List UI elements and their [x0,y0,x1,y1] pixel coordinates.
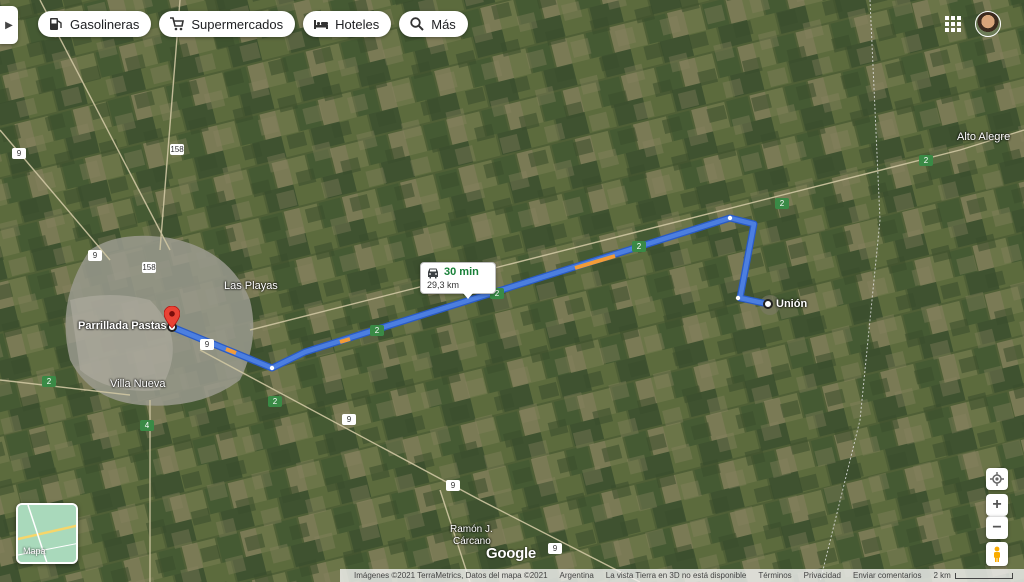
origin-label[interactable]: Parrillada Pastas [78,320,167,332]
route-shield-9: 9 [446,480,460,491]
route-info-pointer [463,293,473,299]
chip-hotels[interactable]: Hoteles [303,11,392,37]
route-duration: 30 min [444,266,479,278]
route-info-card[interactable]: 30 min 29,3 km [420,262,496,299]
route-shield-2: 2 [370,325,384,336]
category-chips: Gasolineras Supermercados Hoteles Más [38,11,468,37]
route-shield-9: 9 [200,339,214,350]
route-distance: 29,3 km [427,280,460,290]
google-logo: Google [486,545,536,562]
map-type-switcher[interactable]: Mapa [16,503,78,564]
town-label-ramon-line1: Ramón J. [450,524,493,535]
scale-indicator[interactable]: 2 km [934,571,1013,580]
route-shield-9: 9 [342,414,356,425]
route-shield-9: 9 [548,543,562,554]
chip-more[interactable]: Más [399,11,468,37]
3d-notice: La vista Tierra en 3D no está disponible [605,571,747,580]
chip-gas-stations[interactable]: Gasolineras [38,11,152,37]
route-shield-4: 4 [140,420,154,431]
terms-link[interactable]: Términos [758,571,791,580]
route-shield-2: 2 [632,241,646,252]
chip-label: Gasolineras [70,16,140,32]
country-label: Argentina [559,571,594,580]
zoom-in-button[interactable]: + [986,494,1008,516]
map-type-label: Mapa [23,546,46,556]
car-icon [428,268,438,279]
chip-label: Más [431,16,456,32]
destination-label[interactable]: Unión [776,298,807,310]
route-shield-2: 2 [268,396,282,407]
account-avatar[interactable] [975,11,1001,37]
privacy-link[interactable]: Privacidad [804,571,841,580]
apps-grid-icon[interactable] [944,15,962,33]
route-shield-2: 2 [919,155,933,166]
cart-icon [170,17,185,31]
route-shield-158: 158 [170,144,184,155]
scale-label: 2 km [933,571,951,580]
town-label-villa-nueva: Villa Nueva [110,378,166,390]
gas-station-icon [50,18,62,30]
route-shield-2: 2 [775,198,789,209]
town-label-alto-alegre: Alto Alegre [957,131,1011,143]
chip-supermarkets[interactable]: Supermercados [159,11,296,37]
town-label-las-playas: Las Playas [224,280,278,292]
feedback-link[interactable]: Enviar comentarios [853,571,921,580]
scale-bar [954,572,1013,579]
collapse-side-panel-button[interactable]: ▶ [0,6,18,44]
map-footer: Imágenes ©2021 TerraMetrics, Datos del m… [340,569,1024,582]
satellite-map[interactable] [0,0,1024,582]
zoom-out-button[interactable]: − [986,516,1008,539]
pegman-icon [994,546,1000,562]
route-shield-9: 9 [12,148,26,159]
street-view-pegman-button[interactable] [986,542,1008,566]
route-shield-158: 158 [142,262,156,273]
route-shield-2: 2 [42,376,56,387]
search-icon [410,17,424,31]
imagery-attribution: Imágenes ©2021 TerraMetrics, Datos del m… [354,571,548,580]
route-shield-9: 9 [88,250,102,261]
location-pin-icon[interactable] [164,306,180,332]
chip-label: Supermercados [191,16,284,32]
bed-icon [314,20,329,29]
chip-label: Hoteles [335,16,380,32]
my-location-icon [990,472,1004,486]
my-location-button[interactable] [986,468,1008,490]
